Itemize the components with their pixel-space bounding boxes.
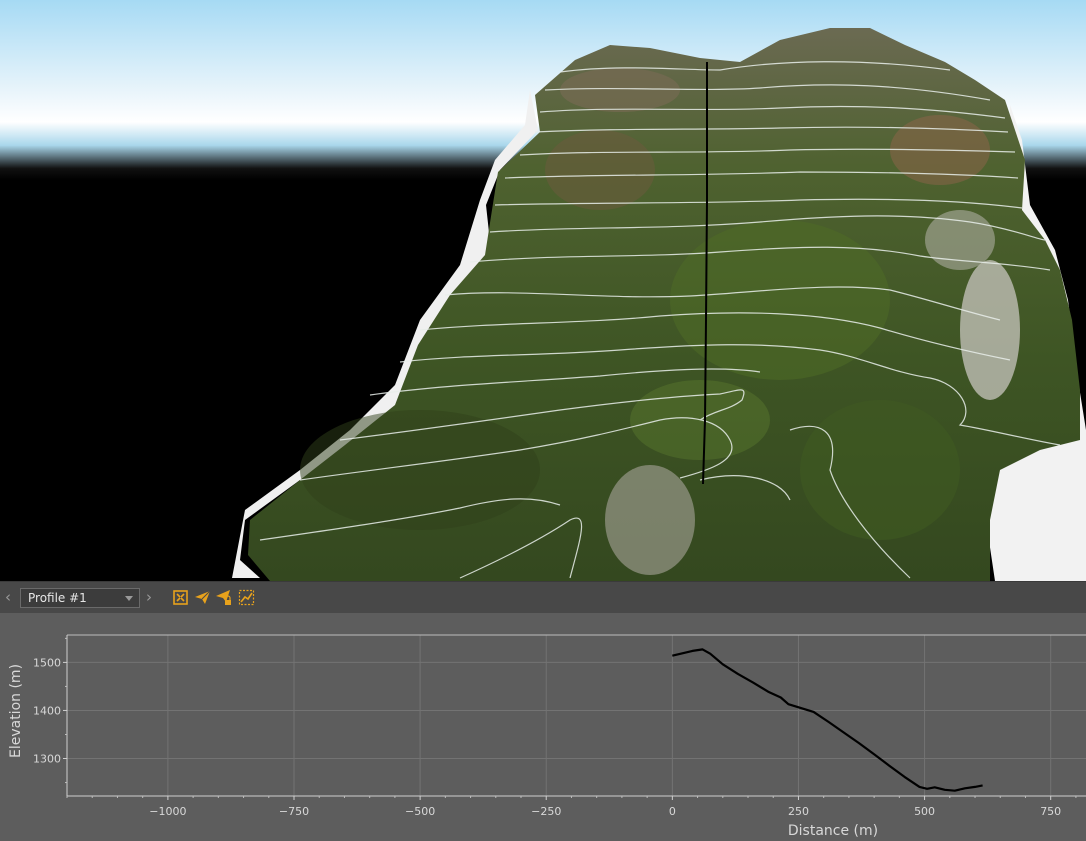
x-tick-label: 0 <box>669 805 676 818</box>
chart-axes <box>66 634 1086 797</box>
line-chart-icon[interactable] <box>238 589 255 606</box>
elevation-profile-chart[interactable]: −1000 −750 −500 −250 0 250 500 750130014001500 … <box>0 613 1086 841</box>
y-axis-label: Elevation (m) <box>8 664 24 758</box>
send-icon[interactable] <box>194 589 211 606</box>
3d-viewport[interactable] <box>0 0 1086 581</box>
y-tick-label: 1300 <box>33 753 61 766</box>
x-tick-label: 500 <box>914 805 935 818</box>
chart-ticks: −1000 −750 −500 −250 0 250 500 750 1300 1400 1500 <box>33 637 1077 818</box>
x-tick-label: −250 <box>531 805 561 818</box>
profile-selector[interactable]: Profile #1 <box>20 588 140 608</box>
terrain-scene[interactable] <box>0 0 1086 581</box>
elevation-profile-panel: −1000 −750 −500 −250 0 250 500 750 1300 1400 1500 … <box>0 613 1086 841</box>
x-tick-label: −500 <box>405 805 435 818</box>
profile-toolbar: ‹ Profile #1 › <box>0 581 1086 613</box>
profile-selector-value: Profile #1 <box>28 591 87 605</box>
x-tick-label: −1000 <box>149 805 186 818</box>
fit-extent-icon[interactable] <box>172 589 189 606</box>
send-lock-icon[interactable] <box>215 589 232 606</box>
x-tick-label: 250 <box>788 805 809 818</box>
y-tick-label: 1500 <box>33 656 61 669</box>
elevation-profile-line[interactable] <box>672 648 983 792</box>
chevron-left-icon[interactable]: ‹ <box>5 590 11 605</box>
x-tick-label: −750 <box>279 805 309 818</box>
chevron-right-icon[interactable]: › <box>146 590 152 605</box>
chart-series <box>672 648 983 792</box>
chevron-down-icon <box>125 596 133 601</box>
chart-grid <box>67 635 1086 796</box>
x-axis-label: Distance (m) <box>788 823 878 839</box>
y-tick-label: 1400 <box>33 704 61 717</box>
x-tick-label: 750 <box>1040 805 1061 818</box>
